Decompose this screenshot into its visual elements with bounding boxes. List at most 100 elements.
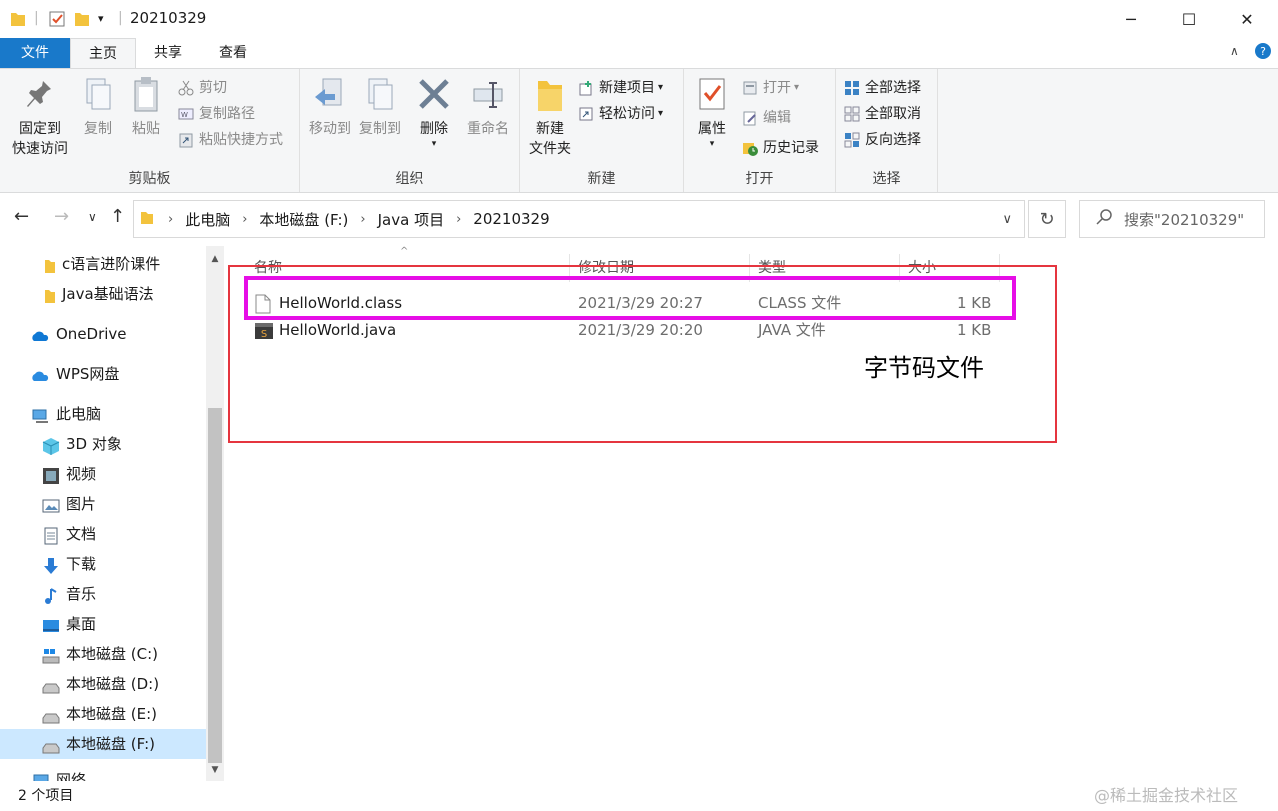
- copy-icon: [81, 75, 115, 115]
- open-button[interactable]: 打开 ▾: [742, 77, 799, 99]
- sidebar-item-music[interactable]: 音乐: [42, 579, 96, 609]
- open-group-label: 打开: [745, 171, 774, 187]
- cut-button[interactable]: 剪切: [178, 77, 227, 99]
- open-group: 属性 ▾ 打开 ▾ 编辑 历史记录 打开: [684, 69, 836, 192]
- sidebar-item-desktop[interactable]: 桌面: [42, 609, 96, 639]
- select-none-button[interactable]: 全部取消: [844, 103, 921, 125]
- annotation-pink-box: [244, 276, 1016, 320]
- sidebar-scrollbar[interactable]: ▲ ▼: [206, 246, 224, 781]
- paste-button[interactable]: 粘贴: [126, 75, 166, 139]
- cloud-icon: [30, 325, 50, 343]
- collapse-ribbon-icon[interactable]: ∧: [1230, 44, 1239, 58]
- scroll-down-arrow-icon[interactable]: ▼: [206, 761, 224, 779]
- new-folder-icon[interactable]: [74, 10, 90, 28]
- properties-button[interactable]: 属性 ▾: [692, 75, 732, 149]
- easy-access-button[interactable]: 轻松访问 ▾: [578, 103, 663, 125]
- select-group-label: 选择: [872, 171, 901, 187]
- tab-share[interactable]: 共享: [140, 38, 196, 68]
- tab-home[interactable]: 主页: [70, 38, 136, 68]
- paste-shortcut-button[interactable]: 粘贴快捷方式: [178, 129, 283, 151]
- search-box[interactable]: 搜索"20210329": [1079, 200, 1265, 238]
- breadcrumb-java-project[interactable]: Java 项目: [378, 209, 444, 230]
- sidebar-item-wps-drive[interactable]: WPS网盘: [30, 359, 119, 389]
- breadcrumb-this-pc[interactable]: 此电脑: [185, 209, 230, 230]
- sidebar-item-documents[interactable]: 文档: [42, 519, 96, 549]
- breadcrumb-separator[interactable]: ›: [456, 212, 461, 227]
- forward-arrow-icon[interactable]: →: [54, 206, 69, 227]
- annotation-label: 字节码文件: [864, 354, 984, 382]
- chevron-down-icon: ▾: [709, 139, 715, 149]
- history-button[interactable]: 历史记录: [742, 137, 819, 159]
- sidebar-item-java-basics[interactable]: Java基础语法: [44, 279, 154, 309]
- cube-icon: [42, 435, 60, 455]
- svg-text:W: W: [181, 111, 188, 119]
- navigation-pane: c语言进阶课件 Java基础语法 OneDrive WPS网盘 此电脑 3D 对…: [0, 246, 228, 781]
- recent-locations-chevron-icon[interactable]: ∨: [88, 210, 97, 224]
- help-icon[interactable]: ?: [1254, 42, 1272, 63]
- new-group: 新建 文件夹 新建项目 ▾ 轻松访问 ▾ 新建: [520, 69, 684, 192]
- ribbon-tabs: 文件 主页 共享 查看 ∧ ?: [0, 38, 1278, 68]
- delete-button[interactable]: 删除 ▾: [416, 75, 452, 149]
- address-bar[interactable]: › 此电脑 › 本地磁盘 (F:) › Java 项目 › 20210329 ∨: [133, 200, 1025, 238]
- back-arrow-icon[interactable]: ←: [14, 206, 29, 227]
- video-icon: [42, 465, 60, 484]
- move-to-button[interactable]: 移动到: [306, 75, 354, 139]
- chevron-down-icon: ▾: [794, 82, 800, 93]
- divider: |: [118, 10, 123, 26]
- copy-path-button[interactable]: W 复制路径: [178, 103, 255, 125]
- sidebar-item-this-pc[interactable]: 此电脑: [32, 399, 101, 429]
- breadcrumb-drive-f[interactable]: 本地磁盘 (F:): [259, 209, 348, 230]
- copy-to-button[interactable]: 复制到: [356, 75, 404, 139]
- tab-view[interactable]: 查看: [204, 38, 262, 68]
- cloud-icon: [30, 365, 50, 383]
- history-icon: [742, 140, 758, 156]
- new-item-button[interactable]: 新建项目 ▾: [578, 77, 663, 99]
- rename-button[interactable]: 重命名: [462, 75, 514, 139]
- breadcrumb-separator[interactable]: ›: [168, 212, 173, 227]
- sidebar-item-drive-e[interactable]: 本地磁盘 (E:): [42, 699, 157, 729]
- edit-button[interactable]: 编辑: [742, 107, 791, 129]
- minimize-button[interactable]: ─: [1102, 0, 1160, 38]
- scrollbar-thumb[interactable]: [208, 408, 222, 763]
- sidebar-item-pictures[interactable]: 图片: [42, 489, 96, 519]
- copy-button[interactable]: 复制: [78, 75, 118, 139]
- breadcrumb-separator[interactable]: ›: [360, 212, 365, 227]
- properties-icon: [695, 75, 729, 115]
- desktop-icon: [42, 615, 60, 633]
- sidebar-item-drive-f[interactable]: 本地磁盘 (F:): [0, 729, 206, 759]
- new-folder-button[interactable]: 新建 文件夹: [526, 75, 574, 159]
- sidebar-item-network[interactable]: 网络: [32, 765, 86, 781]
- sidebar-item-downloads[interactable]: 下载: [42, 549, 96, 579]
- sidebar-item-onedrive[interactable]: OneDrive: [30, 319, 127, 349]
- sidebar-item-drive-c[interactable]: 本地磁盘 (C:): [42, 639, 158, 669]
- scroll-up-arrow-icon[interactable]: ▲: [206, 250, 224, 268]
- up-arrow-icon[interactable]: ↑: [110, 206, 125, 227]
- move-to-icon: [313, 75, 347, 115]
- drive-icon: [42, 675, 60, 694]
- sidebar-item-c-course[interactable]: c语言进阶课件: [44, 249, 160, 279]
- drive-icon: [42, 735, 60, 754]
- breadcrumb-current-folder[interactable]: 20210329: [473, 210, 549, 228]
- folder-icon: [44, 255, 56, 273]
- folder-icon: [533, 75, 567, 115]
- properties-icon[interactable]: [48, 10, 66, 28]
- svg-text:?: ?: [1260, 45, 1266, 58]
- select-all-button[interactable]: 全部选择: [844, 77, 921, 99]
- paste-shortcut-icon: [178, 132, 194, 148]
- invert-selection-icon: [844, 132, 860, 148]
- address-dropdown-chevron-icon[interactable]: ∨: [1002, 212, 1012, 227]
- maximize-button[interactable]: ☐: [1160, 0, 1218, 38]
- divider: |: [34, 10, 39, 26]
- refresh-icon[interactable]: ↻: [1028, 200, 1066, 238]
- computer-icon: [32, 405, 50, 423]
- close-button[interactable]: ✕: [1218, 0, 1276, 38]
- sidebar-item-drive-d[interactable]: 本地磁盘 (D:): [42, 669, 159, 699]
- tab-file[interactable]: 文件: [0, 38, 70, 68]
- breadcrumb-separator[interactable]: ›: [242, 212, 247, 227]
- invert-selection-button[interactable]: 反向选择: [844, 129, 921, 151]
- pin-to-quick-access-button[interactable]: 固定到 快速访问: [8, 75, 72, 159]
- picture-icon: [42, 495, 60, 513]
- sidebar-item-3d-objects[interactable]: 3D 对象: [42, 429, 122, 459]
- sidebar-item-videos[interactable]: 视频: [42, 459, 96, 489]
- customize-toolbar-icon[interactable]: ▾: [98, 12, 104, 30]
